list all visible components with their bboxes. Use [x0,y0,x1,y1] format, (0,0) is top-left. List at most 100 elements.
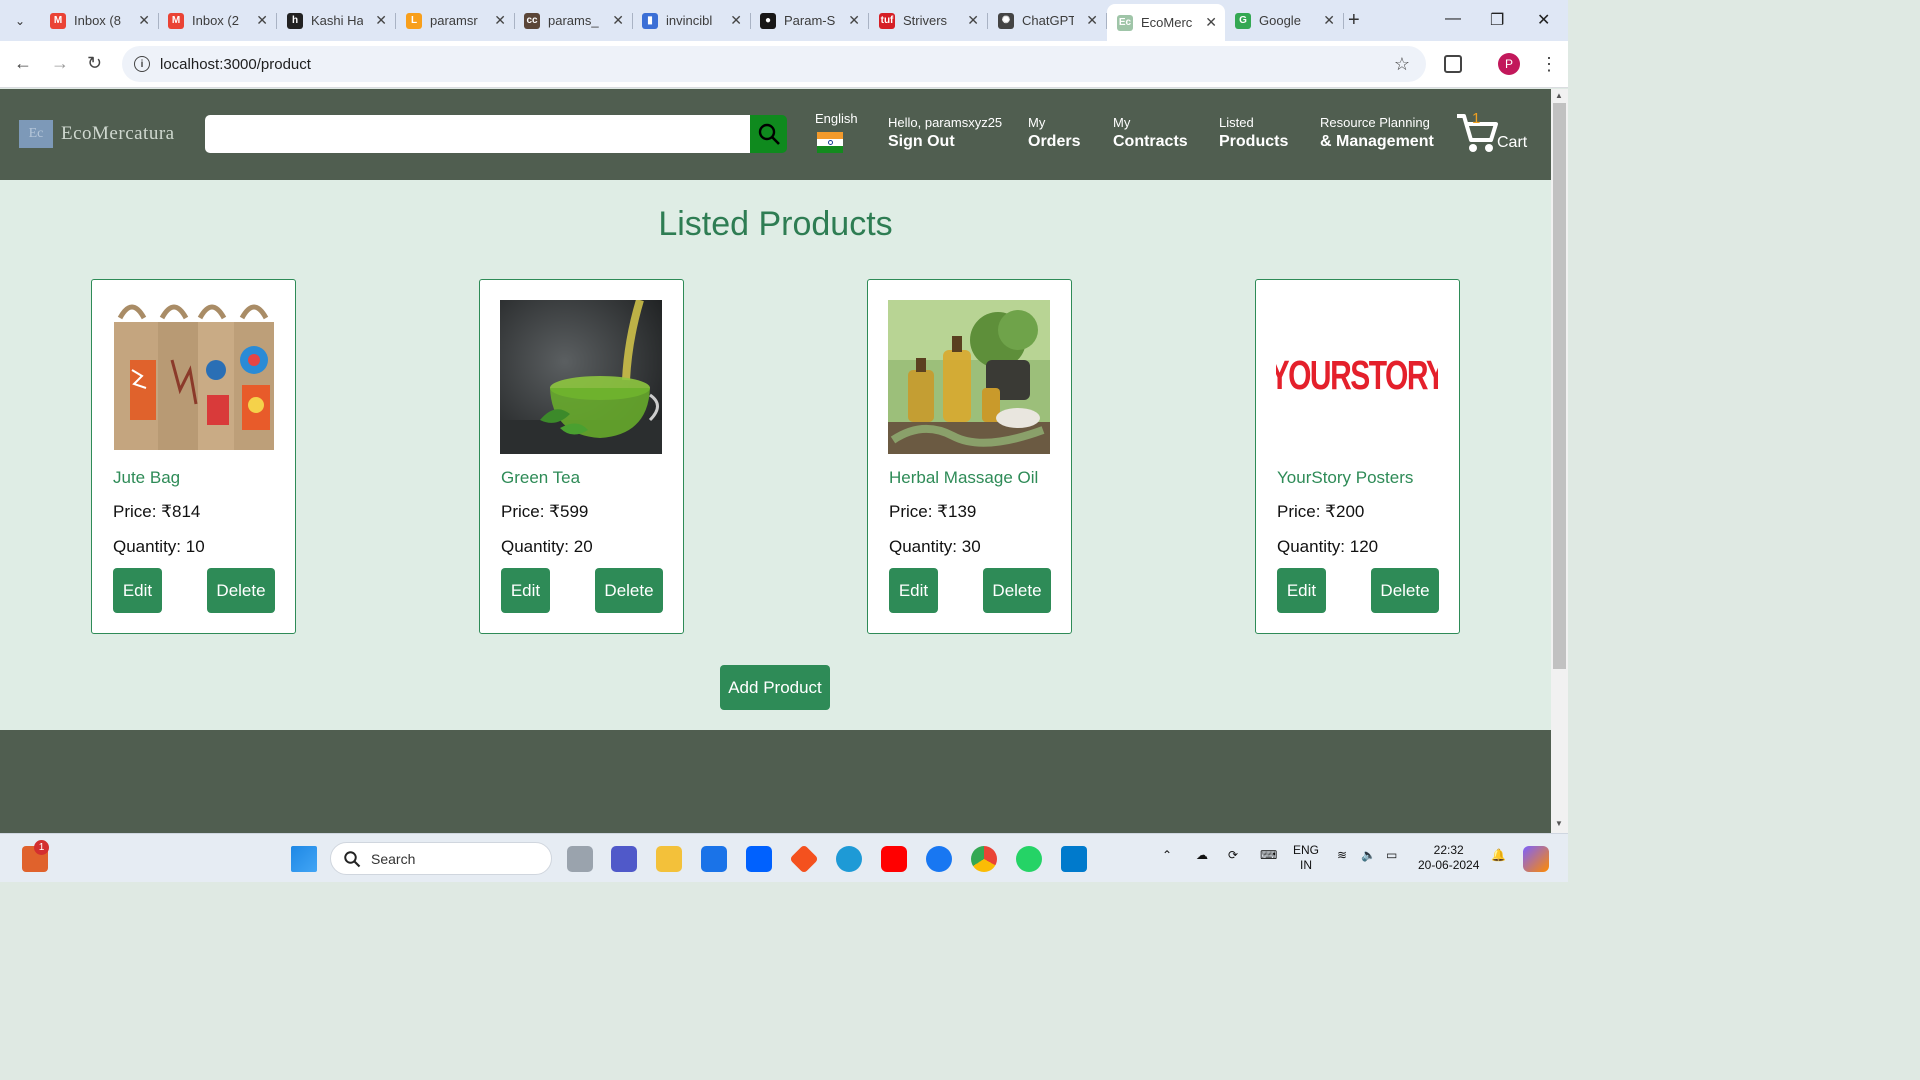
nav-my-contracts[interactable]: My Contracts [1113,115,1188,151]
delete-button[interactable]: Delete [983,568,1051,613]
product-card: Jute Bag Price: ₹814 Quantity: 10 Edit D… [91,279,296,634]
tab-title: params_ [548,13,599,28]
delete-button[interactable]: Delete [595,568,663,613]
volume-icon[interactable]: 🔈 [1361,848,1376,863]
scroll-up-icon[interactable]: ▲ [1555,91,1563,100]
tab-close-icon[interactable]: ✕ [848,12,860,29]
whatsapp-icon[interactable] [1016,846,1042,872]
nav-resource-planning[interactable]: Resource Planning & Management [1320,115,1434,151]
nav-listed-products[interactable]: Listed Products [1219,115,1288,151]
clock-time: 22:32 [1433,843,1464,857]
git-icon[interactable] [789,844,819,874]
tab-title: Strivers [903,13,948,28]
vscode-icon[interactable] [1061,846,1087,872]
back-icon[interactable]: ← [14,53,32,74]
youtube-icon[interactable] [881,846,907,872]
brand-logo[interactable]: Ec EcoMercatura [19,120,175,148]
teams-icon[interactable] [611,846,637,872]
product-name: Green Tea [501,468,581,487]
mail-icon[interactable] [701,846,727,872]
browser-tab[interactable]: M Inbox (8 ✕ [40,6,159,35]
tray-overflow-icon[interactable]: ⌃ [1162,848,1172,863]
tab-close-icon[interactable]: ✕ [730,12,742,29]
bookmark-star-icon[interactable]: ☆ [1394,54,1410,75]
add-product-button[interactable]: Add Product [720,665,830,710]
tab-close-icon[interactable]: ✕ [375,12,387,29]
ecomercatura-icon: Ec [1117,14,1133,31]
notifications-bell-icon[interactable]: 🔔 [1491,848,1506,863]
product-price: Price: ₹599 [501,502,589,521]
close-window-icon[interactable]: ✕ [1537,10,1550,30]
taskbar-search[interactable]: Search [330,842,552,875]
tab-title: Inbox (8 [74,13,121,28]
reload-icon[interactable]: ↻ [87,53,102,74]
clock[interactable]: 22:32 20-06-2024 [1418,843,1479,873]
product-card: YOURSTORY YourStory Posters Price: ₹200 … [1255,279,1460,634]
edit-button[interactable]: Edit [889,568,938,613]
browser-tab[interactable]: ✺ ChatGPT ✕ [988,6,1107,35]
onedrive-icon[interactable]: ☁ [1196,848,1208,863]
tab-close-icon[interactable]: ✕ [1205,14,1217,31]
address-bar[interactable]: i localhost:3000/product ☆ [122,46,1426,82]
sync-icon[interactable]: ⟳ [1228,848,1238,863]
site-info-icon[interactable]: i [134,56,150,72]
tab-close-icon[interactable]: ✕ [1323,12,1335,29]
browser-tab[interactable]: M Inbox (2 ✕ [158,6,277,35]
google-maps-icon: G [1235,12,1251,29]
browser-tab[interactable]: ▮ invincibl ✕ [632,6,751,35]
dropbox-icon[interactable] [746,846,772,872]
scroll-down-icon[interactable]: ▼ [1555,819,1563,828]
india-flag-icon[interactable] [817,132,843,153]
windows-start-icon[interactable] [291,846,317,872]
battery-icon[interactable]: ▭ [1386,848,1397,863]
edit-button[interactable]: Edit [501,568,550,613]
browser-tab[interactable]: Ec EcoMerc ✕ [1107,4,1225,41]
forward-icon[interactable]: → [51,53,69,74]
notification-badge: 1 [34,840,49,855]
facebook-icon[interactable] [926,846,952,872]
edit-button[interactable]: Edit [1277,568,1326,613]
search-button[interactable] [750,115,787,153]
tab-close-icon[interactable]: ✕ [1086,12,1098,29]
keyboard-icon[interactable]: ⌨ [1260,848,1277,863]
copilot-icon[interactable] [1523,846,1549,872]
delete-button[interactable]: Delete [1371,568,1439,613]
task-view-icon[interactable] [567,846,593,872]
browser-tab[interactable]: cc params_ ✕ [514,6,633,35]
scrollbar-thumb[interactable] [1553,103,1566,669]
language-selector[interactable]: English [815,111,858,126]
search-input[interactable] [205,115,750,153]
file-explorer-icon[interactable] [656,846,682,872]
browser-tab[interactable]: G Google ✕ [1225,6,1344,35]
tab-search-icon[interactable]: ⌄ [8,9,32,33]
language-indicator[interactable]: ENG IN [1293,843,1319,873]
tab-close-icon[interactable]: ✕ [612,12,624,29]
tab-close-icon[interactable]: ✕ [967,12,979,29]
restore-icon[interactable]: ❐ [1490,10,1504,30]
greeting-text: Hello, paramsxyz25 [888,115,1003,130]
browser-menu-icon[interactable]: ⋮ [1540,54,1558,75]
product-quantity: Quantity: 10 [113,537,205,556]
browser-tab[interactable]: h Kashi Ha ✕ [277,6,396,35]
sign-out-link[interactable]: Sign Out [888,133,1002,151]
edit-button[interactable]: Edit [113,568,162,613]
tab-close-icon[interactable]: ✕ [494,12,506,29]
edge-icon[interactable] [836,846,862,872]
minimize-icon[interactable]: — [1445,10,1461,28]
os-taskbar: 1 Search ⌃ ☁ ⟳ ⌨ ENG IN ≋ 🔈 ▭ 22:32 20-0… [0,833,1568,882]
browser-tab[interactable]: Lparamsr ✕ [396,6,515,35]
lang-top: ENG [1293,843,1320,857]
browser-tab[interactable]: ● Param-S ✕ [750,6,869,35]
profile-avatar[interactable]: P [1498,53,1520,75]
chrome-icon[interactable] [971,846,997,872]
account-menu[interactable]: Hello, paramsxyz25 Sign Out [888,115,1002,151]
nav-my-orders[interactable]: My Orders [1028,115,1080,151]
extensions-icon[interactable] [1444,55,1462,73]
wifi-icon[interactable]: ≋ [1337,848,1347,863]
tab-close-icon[interactable]: ✕ [256,12,268,29]
browser-tab[interactable]: tuf Strivers ✕ [869,6,988,35]
new-tab-button[interactable]: + [1348,9,1360,32]
delete-button[interactable]: Delete [207,568,275,613]
page-scrollbar[interactable]: ▲ ▼ [1551,89,1568,833]
tab-close-icon[interactable]: ✕ [138,12,150,29]
